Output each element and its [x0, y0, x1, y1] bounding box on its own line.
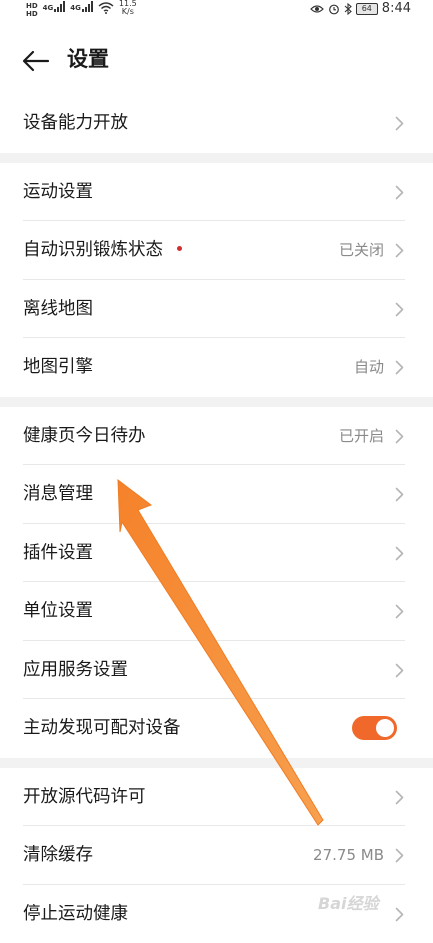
- settings-row[interactable]: 清除缓存 27.75 MB: [0, 826, 433, 885]
- watermark: Bai经验: [318, 890, 378, 914]
- settings-row[interactable]: 插件设置: [0, 524, 433, 583]
- signal-bars-icon: [82, 0, 93, 12]
- settings-row-label: 插件设置: [23, 524, 93, 582]
- settings-row[interactable]: 运动设置: [0, 163, 433, 222]
- signal-1: 4G: [43, 0, 66, 12]
- chevron-right-icon: [395, 487, 404, 502]
- settings-row[interactable]: 离线地图: [0, 280, 433, 339]
- settings-row-label: 消息管理: [23, 465, 93, 523]
- settings-row-label: 健康页今日待办: [23, 407, 146, 465]
- arrow-left-icon: [16, 42, 54, 80]
- settings-row-label: 主动发现可配对设备: [23, 699, 181, 757]
- settings-row-value: 27.75 MB: [313, 826, 384, 884]
- settings-row-label: 开放源代码许可: [23, 768, 146, 826]
- settings-row-value: 自动: [354, 338, 384, 396]
- settings-row[interactable]: 地图引擎 自动: [0, 338, 433, 397]
- signal-2: 4G: [70, 0, 93, 12]
- battery-icon: 64: [356, 3, 378, 15]
- chevron-right-icon: [395, 116, 404, 131]
- bluetooth-icon: [344, 3, 352, 15]
- chevron-right-icon: [395, 243, 404, 258]
- settings-row-label: 地图引擎: [23, 338, 93, 396]
- chevron-right-icon: [395, 546, 404, 561]
- chevron-right-icon: [395, 185, 404, 200]
- settings-row-label: 设备能力开放: [23, 94, 128, 152]
- settings-row-label: 离线地图: [23, 280, 93, 338]
- app-header: 设置: [0, 24, 433, 94]
- chevron-right-icon: [395, 429, 404, 444]
- settings-row[interactable]: 应用服务设置: [0, 641, 433, 700]
- signal-bars-icon: [54, 0, 65, 12]
- chevron-right-icon: [395, 848, 404, 863]
- network-speed: 11.5 K/s: [119, 0, 137, 16]
- alarm-icon: [328, 3, 340, 15]
- page-title: 设置: [67, 44, 109, 74]
- clock: 8:44: [382, 1, 411, 16]
- settings-row-label: 单位设置: [23, 582, 93, 640]
- settings-row[interactable]: 主动发现可配对设备: [0, 699, 433, 758]
- settings-row[interactable]: 自动识别锻炼状态 已关闭: [0, 221, 433, 280]
- eye-icon: [310, 4, 324, 14]
- chevron-right-icon: [395, 360, 404, 375]
- settings-list: 设备能力开放运动设置自动识别锻炼状态 已关闭离线地图地图引擎 自动健康页今日待办 已开…: [0, 94, 433, 943]
- settings-row-value: 已关闭: [339, 221, 384, 279]
- section-gap: [0, 153, 433, 163]
- settings-row[interactable]: 开放源代码许可: [0, 768, 433, 827]
- settings-row-label: 停止运动健康: [23, 885, 128, 943]
- new-badge-dot: [177, 246, 182, 251]
- toggle-knob: [376, 719, 394, 737]
- settings-row-label: 运动设置: [23, 163, 93, 221]
- chevron-right-icon: [395, 790, 404, 805]
- settings-row[interactable]: 设备能力开放: [0, 94, 433, 153]
- chevron-right-icon: [395, 302, 404, 317]
- section-gap: [0, 758, 433, 768]
- settings-row-label: 应用服务设置: [23, 641, 128, 699]
- section-gap: [0, 397, 433, 407]
- chevron-right-icon: [395, 604, 404, 619]
- status-right: 64 8:44: [310, 1, 411, 16]
- network-type: HD HD: [26, 2, 38, 18]
- status-bar: HD HD 4G 4G 11.5 K/s: [0, 0, 433, 24]
- settings-row-value: 已开启: [339, 407, 384, 465]
- settings-row[interactable]: 健康页今日待办 已开启: [0, 407, 433, 466]
- toggle-switch[interactable]: [352, 716, 397, 740]
- settings-row-label: 清除缓存: [23, 826, 93, 884]
- settings-row[interactable]: 单位设置: [0, 582, 433, 641]
- status-left: HD HD 4G 4G 11.5 K/s: [26, 0, 137, 24]
- wifi-icon: [98, 2, 114, 14]
- chevron-right-icon: [395, 663, 404, 678]
- settings-row[interactable]: 消息管理: [0, 465, 433, 524]
- back-button[interactable]: [16, 42, 54, 80]
- settings-row-label: 自动识别锻炼状态: [23, 221, 182, 279]
- chevron-right-icon: [395, 907, 404, 922]
